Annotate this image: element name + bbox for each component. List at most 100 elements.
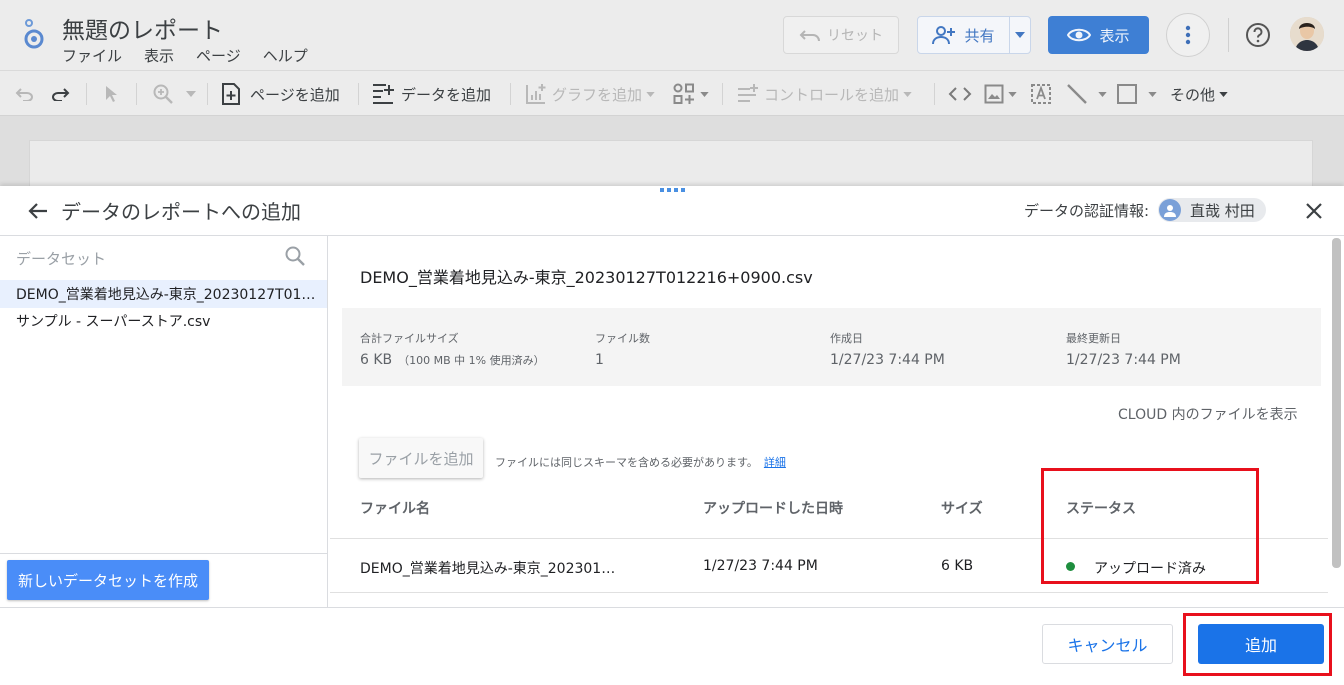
scrollbar[interactable]	[1332, 238, 1341, 568]
menu-help[interactable]: ヘルプ	[263, 45, 308, 66]
view-in-cloud-link[interactable]: CLOUD 内のファイルを表示	[1118, 404, 1298, 424]
undo-icon	[15, 88, 33, 101]
redo-icon	[52, 88, 70, 101]
caret-down-icon	[1098, 91, 1107, 97]
rectangle-icon	[1117, 84, 1137, 104]
add-component-button[interactable]	[672, 71, 709, 117]
eye-icon	[1067, 28, 1092, 42]
add-page-label: ページを追加	[250, 85, 340, 104]
embed-url-button[interactable]	[948, 71, 972, 117]
new-dataset-button[interactable]: 新しいデータセットを作成	[7, 560, 209, 600]
add-data-label: データを追加	[401, 85, 492, 104]
more-label: その他	[1170, 85, 1216, 104]
cancel-button[interactable]: キャンセル	[1042, 624, 1173, 664]
close-icon[interactable]	[1302, 199, 1326, 223]
panel-header: データのレポートへの追加 データの認証情報: 直哉 村田	[0, 186, 1344, 236]
add-highlight-box	[1183, 613, 1332, 676]
status-highlight-box	[1041, 468, 1259, 584]
caret-down-icon	[903, 91, 912, 97]
share-main[interactable]: 共有	[918, 17, 1010, 53]
caret-down-icon	[1219, 91, 1228, 97]
text-box-button[interactable]	[1030, 71, 1052, 117]
stat-value: 1	[595, 352, 604, 368]
details-link[interactable]: 詳細	[764, 456, 786, 469]
credentials-label: データの認証情報:	[1024, 202, 1150, 220]
share-button[interactable]: 共有	[917, 16, 1031, 54]
credentials-user: 直哉 村田	[1190, 201, 1255, 220]
image-button[interactable]	[984, 71, 1017, 117]
menu-file[interactable]: ファイル	[62, 45, 122, 66]
add-control-button[interactable]: コントロールを追加	[736, 71, 912, 117]
select-tool[interactable]	[104, 71, 118, 117]
stat-label: 最終更新日	[1066, 332, 1121, 345]
reset-label: リセット	[827, 28, 883, 44]
code-icon	[948, 87, 972, 101]
report-canvas-page	[29, 140, 1313, 186]
stat-label: 作成日	[830, 332, 863, 345]
zoom-in-icon	[153, 84, 173, 104]
add-control-icon	[738, 84, 758, 102]
add-page-button[interactable]: ページを追加	[220, 71, 340, 117]
search-icon[interactable]	[284, 245, 306, 267]
file-stats: 合計ファイルサイズ 6 KB （100 MB 中 1% 使用済み） ファイル数 1…	[342, 308, 1321, 386]
dataset-item[interactable]: DEMO_営業着地見込み-東京_20230127T01…	[0, 280, 327, 308]
shape-button[interactable]	[1116, 71, 1157, 117]
editor-toolbar: ページを追加 データを追加 グラフを追加 コントロールを追加 その他	[0, 70, 1344, 116]
toolbar-divider	[358, 83, 359, 105]
app-bar: 無題のレポート ファイル 表示 ページ ヘルプ リセット 共有 表示	[0, 0, 1344, 70]
add-control-label: コントロールを追加	[764, 85, 900, 104]
redo-button[interactable]	[50, 71, 70, 117]
add-chart-icon	[526, 84, 546, 104]
report-title[interactable]: 無題のレポート	[62, 11, 223, 45]
cell-filename: DEMO_営業着地見込み-東京_202301…	[360, 561, 616, 577]
add-chart-button[interactable]: グラフを追加	[524, 71, 655, 117]
column-header-filename: ファイル名	[360, 501, 430, 517]
text-box-icon	[1031, 84, 1051, 104]
toolbar-divider	[86, 83, 87, 105]
stat-value: 6 KB （100 MB 中 1% 使用済み）	[360, 352, 545, 368]
add-data-button[interactable]: データを追加	[371, 71, 491, 117]
image-icon	[984, 84, 1004, 104]
menu-view[interactable]: 表示	[144, 45, 174, 66]
looker-studio-logo	[24, 19, 44, 49]
add-file-button[interactable]: ファイルを追加	[359, 438, 483, 478]
toolbar-divider	[207, 83, 208, 105]
schema-note: ファイルには同じスキーマを含める必要があります。 詳細	[495, 456, 786, 469]
column-header-size: サイズ	[941, 501, 983, 517]
add-data-panel: データのレポートへの追加 データの認証情報: 直哉 村田 データセット DEMO…	[0, 186, 1344, 685]
toolbar-divider	[510, 83, 511, 105]
caret-down-icon	[700, 91, 709, 97]
file-title: DEMO_営業着地見込み-東京_20230127T012216+0900.csv	[360, 268, 813, 287]
cell-size: 6 KB	[941, 558, 974, 574]
more-toolbar-button[interactable]: その他	[1170, 71, 1228, 117]
dataset-sidebar: データセット DEMO_営業着地見込み-東京_20230127T01… サンプル…	[0, 236, 328, 607]
share-dropdown[interactable]	[1010, 32, 1030, 38]
account-icon	[1159, 199, 1181, 221]
menu-page[interactable]: ページ	[196, 45, 241, 66]
caret-down-icon	[186, 91, 196, 97]
cursor-icon	[106, 86, 117, 102]
toolbar-divider	[136, 83, 137, 105]
view-button[interactable]: 表示	[1048, 16, 1149, 54]
caret-down-icon	[646, 91, 655, 97]
zoom-dropdown[interactable]	[152, 71, 196, 117]
more-options-button[interactable]	[1166, 13, 1210, 57]
help-icon[interactable]	[1245, 22, 1271, 48]
view-label: 表示	[1099, 26, 1130, 45]
panel-title: データのレポートへの追加	[61, 200, 301, 224]
toolbar-divider	[722, 83, 723, 105]
stat-value: 1/27/23 7:44 PM	[1066, 352, 1181, 368]
line-icon	[1067, 84, 1087, 104]
back-arrow-icon[interactable]	[26, 199, 50, 223]
add-data-icon	[373, 84, 394, 104]
credentials-chip[interactable]: 直哉 村田	[1158, 198, 1266, 222]
user-avatar[interactable]	[1290, 17, 1324, 51]
toolbar-divider	[934, 83, 935, 105]
more-vert-icon	[1185, 25, 1191, 45]
line-button[interactable]	[1066, 71, 1107, 117]
undo-button[interactable]	[15, 71, 35, 117]
dataset-search-input[interactable]: データセット	[16, 248, 106, 269]
divider	[330, 592, 1328, 593]
reset-button[interactable]: リセット	[783, 16, 899, 54]
dataset-item[interactable]: サンプル - スーパーストア.csv	[0, 307, 327, 335]
